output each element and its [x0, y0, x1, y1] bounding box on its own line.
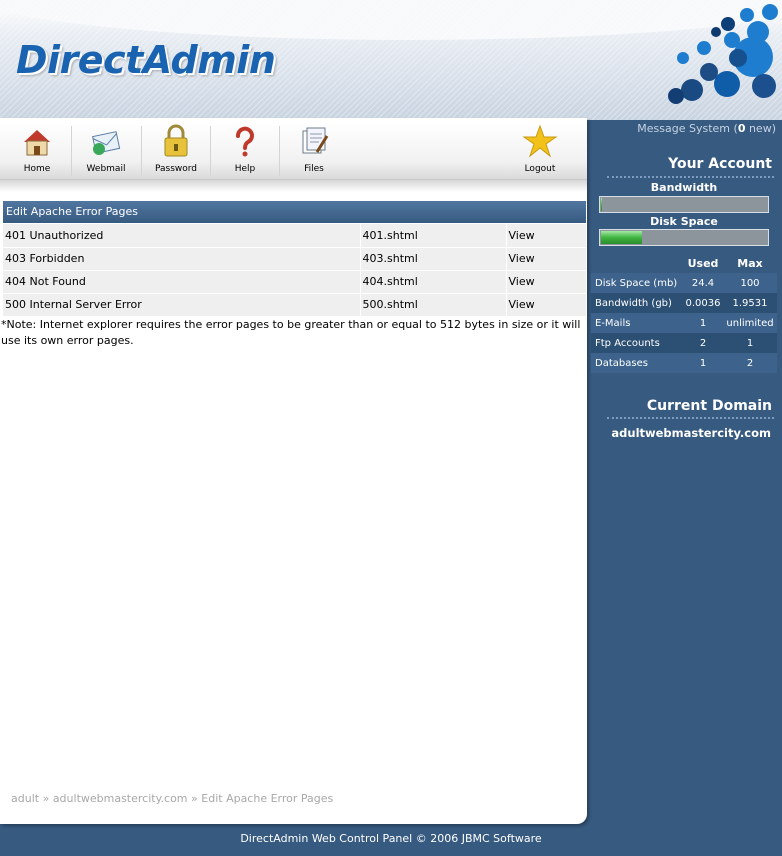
stats-row: Ftp Accounts 2 1 [591, 333, 777, 353]
breadcrumb: adult » adultwebmastercity.com » Edit Ap… [11, 792, 333, 805]
star-icon [522, 124, 558, 158]
header: DirectAdmin [0, 0, 782, 120]
table-row: 403 Forbidden 403.shtml View [3, 247, 586, 271]
sidebar: Message System (0 new) Your Account Band… [591, 118, 782, 824]
error-name: 403 Forbidden [3, 247, 361, 271]
breadcrumb-user[interactable]: adult [11, 792, 39, 805]
view-link[interactable]: View [506, 293, 586, 317]
bandwidth-label: Bandwidth [650, 181, 718, 194]
disk-space-bar [599, 229, 769, 246]
breadcrumb-current: Edit Apache Error Pages [201, 792, 334, 805]
footer: DirectAdmin Web Control Panel © 2006 JBM… [240, 832, 542, 845]
col-used: Used [687, 257, 719, 270]
toolbar: Home Webmail Password Help Files Logout [0, 122, 587, 180]
toolbar-help[interactable]: Help [210, 122, 280, 179]
bubbles-logo-graphic [668, 4, 778, 104]
breadcrumb-domain[interactable]: adultwebmastercity.com [53, 792, 188, 805]
error-name: 404 Not Found [3, 270, 361, 294]
webmail-icon [92, 131, 121, 155]
disk-space-label: Disk Space [650, 215, 718, 228]
error-file: 401.shtml [360, 224, 507, 248]
section-title: Edit Apache Error Pages [3, 201, 586, 223]
main-panel: Home Webmail Password Help Files Logout … [0, 118, 587, 824]
toolbar-files[interactable]: Files [279, 122, 349, 179]
stats-row: E-Mails 1 unlimited [591, 313, 777, 333]
table-row: 404 Not Found 404.shtml View [3, 270, 586, 294]
error-file: 403.shtml [360, 247, 507, 271]
toolbar-logout[interactable]: Logout [505, 122, 575, 179]
bandwidth-bar-fill [601, 198, 602, 211]
current-domain-link[interactable]: adultwebmastercity.com [611, 426, 771, 440]
error-name: 401 Unauthorized [3, 224, 361, 248]
lock-icon [164, 124, 188, 157]
directadmin-logo[interactable]: DirectAdmin [16, 38, 276, 82]
disk-space-bar-fill [601, 231, 642, 244]
breadcrumb-separator: » [191, 792, 198, 805]
usage-stats-table: Used Max Disk Space (mb) 24.4 100 Bandwidt… [591, 254, 777, 373]
stats-row: Bandwidth (gb) 0.0036 1.9531 [591, 293, 777, 313]
table-row: 401 Unauthorized 401.shtml View [3, 224, 586, 248]
toolbar-home[interactable]: Home [2, 122, 72, 179]
toolbar-webmail[interactable]: Webmail [71, 122, 141, 179]
col-max: Max [737, 257, 763, 270]
view-link[interactable]: View [506, 270, 586, 294]
ie-note: *Note: Internet explorer requires the er… [1, 318, 581, 347]
bandwidth-bar [599, 196, 769, 213]
home-icon [24, 130, 50, 156]
current-domain-title: Current Domain [646, 398, 772, 414]
stats-row: Disk Space (mb) 24.4 100 [591, 273, 777, 293]
table-row: 500 Internal Server Error 500.shtml View [3, 293, 586, 317]
your-account-title: Your Account [668, 156, 772, 172]
toolbar-password[interactable]: Password [141, 122, 211, 179]
stats-row: Databases 1 2 [591, 353, 777, 373]
error-name: 500 Internal Server Error [3, 293, 361, 317]
view-link[interactable]: View [506, 224, 586, 248]
error-file: 404.shtml [360, 270, 507, 294]
files-icon [302, 127, 329, 154]
help-icon [236, 126, 254, 157]
breadcrumb-separator: » [42, 792, 50, 805]
error-file: 500.shtml [360, 293, 507, 317]
error-pages-table: 401 Unauthorized 401.shtml View 403 Forb… [3, 224, 586, 317]
message-system-link[interactable]: Message System (0 new) [637, 122, 776, 135]
view-link[interactable]: View [506, 247, 586, 271]
